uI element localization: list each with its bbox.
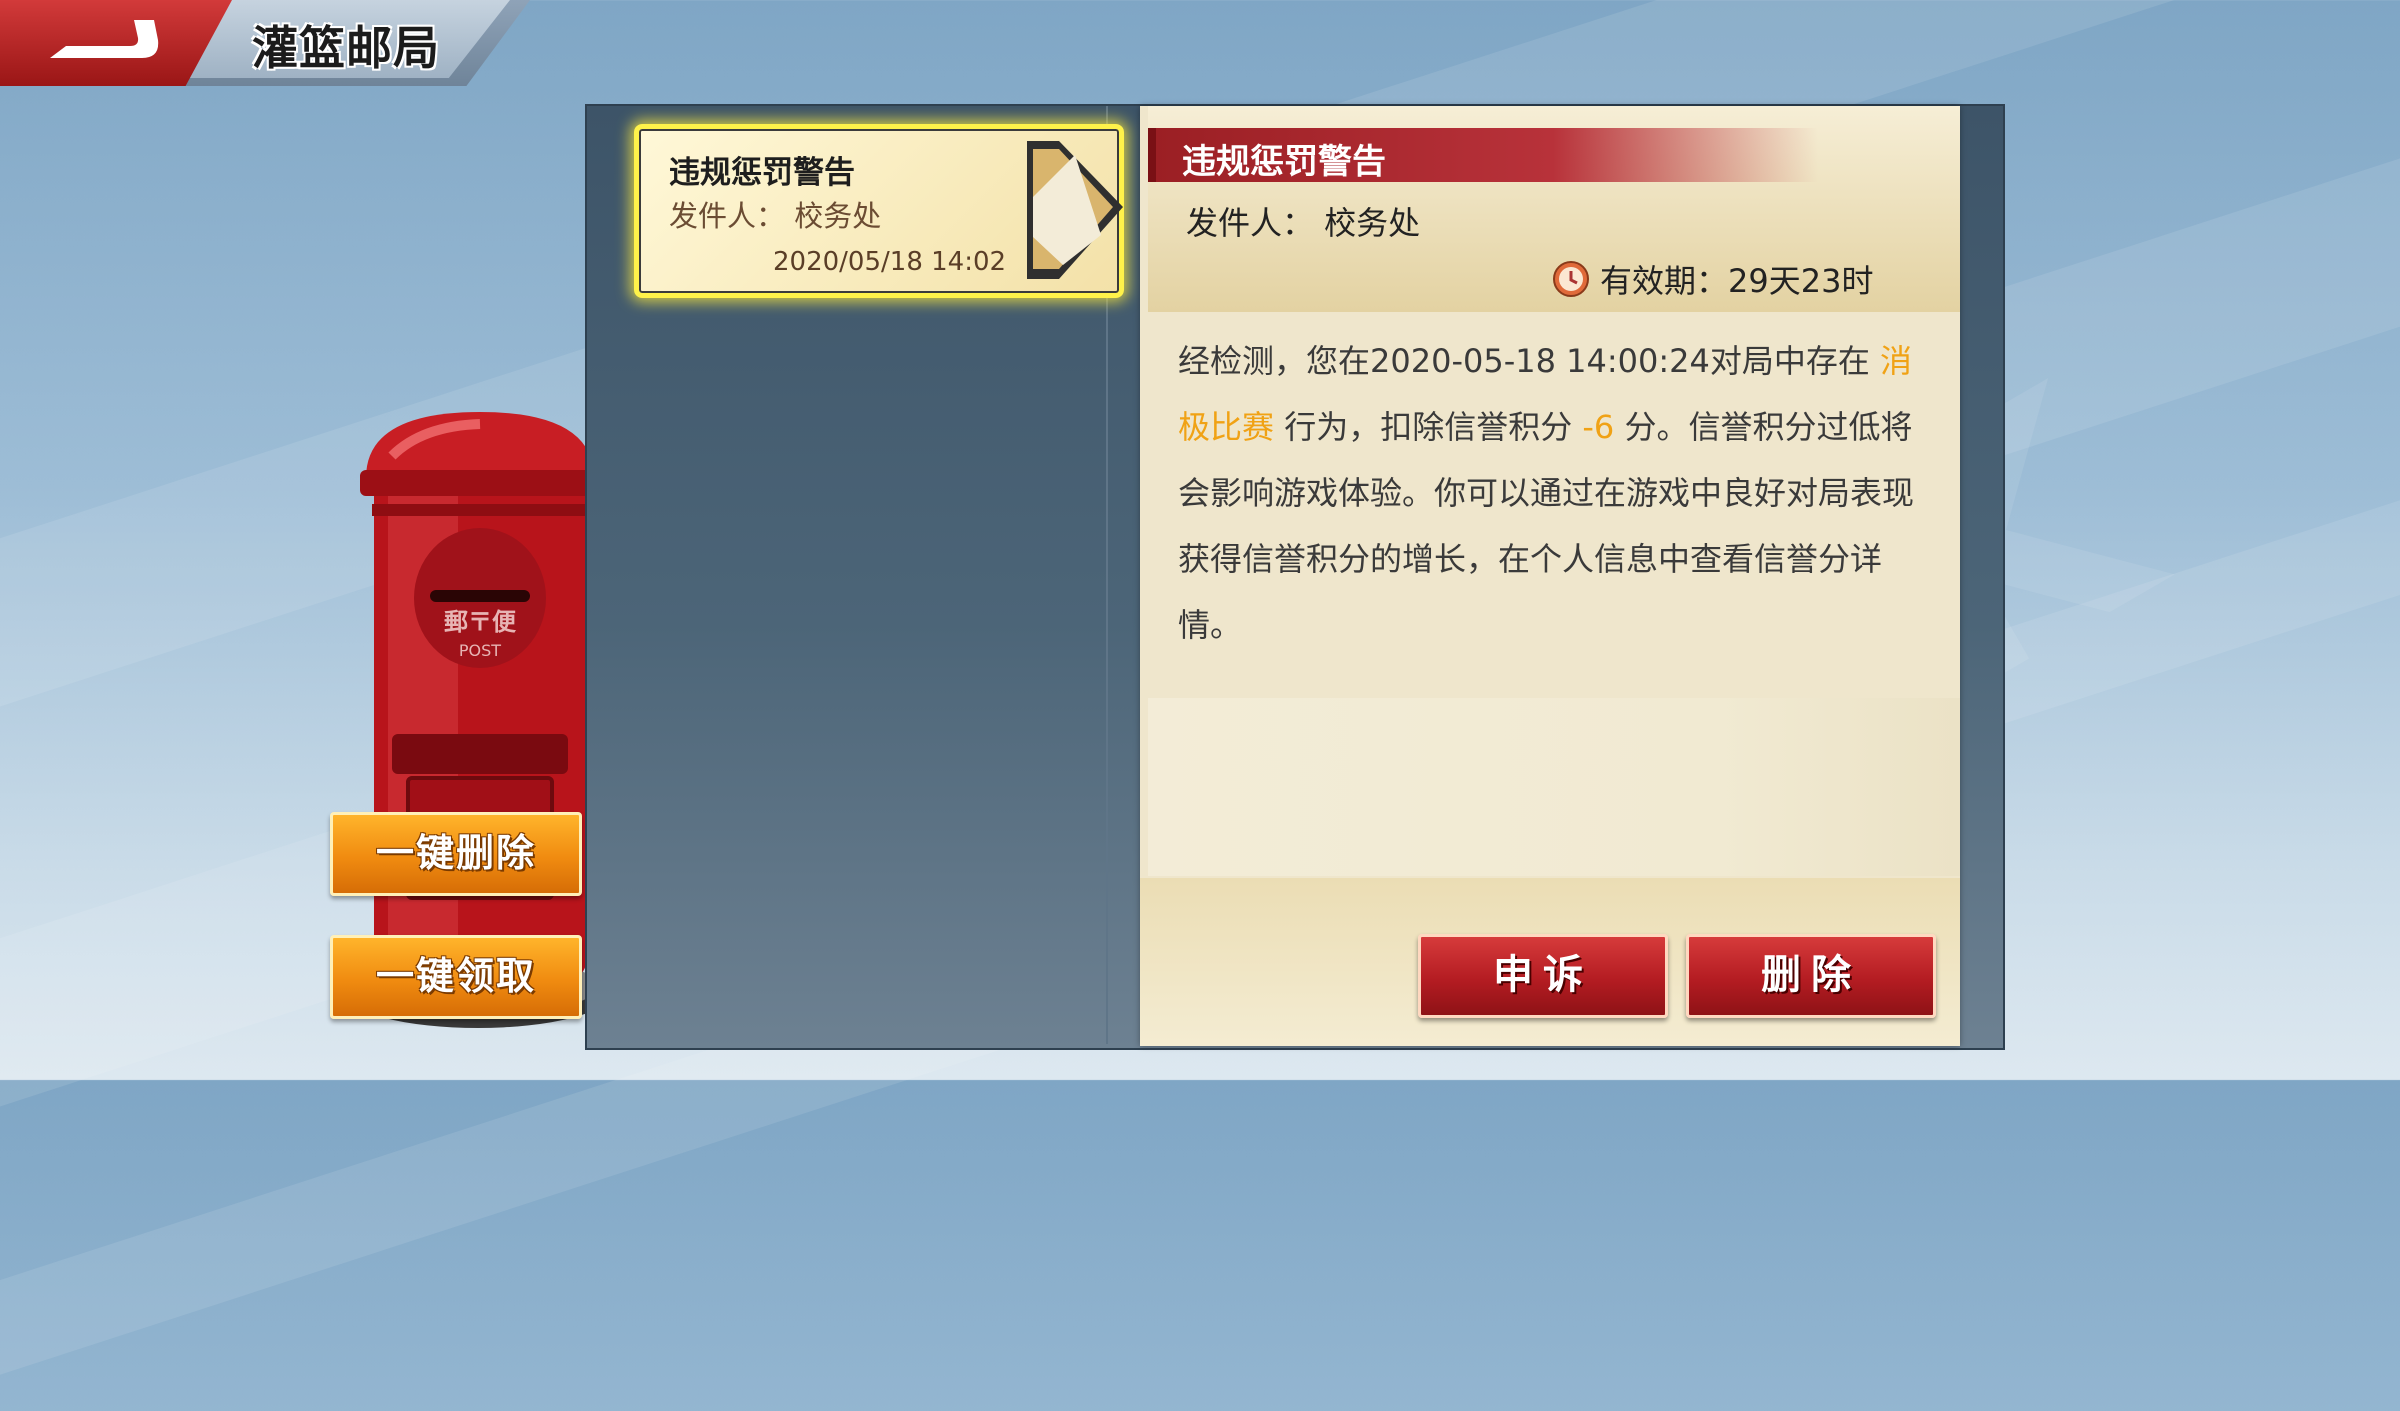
envelope-icon: [1027, 141, 1123, 279]
delete-button[interactable]: 删除: [1686, 934, 1936, 1018]
detail-body: 经检测，您在2020-05-18 14:00:24对局中存在 消极比赛 行为，扣…: [1178, 328, 1918, 658]
detail-validity: 有效期：29天23时: [1552, 256, 1873, 302]
back-arrow-icon: [50, 20, 159, 58]
detail-title: 违规惩罚警告: [1182, 142, 1386, 182]
detail-sender: 发件人： 校务处: [1186, 204, 1421, 242]
mail-item-title: 违规惩罚警告: [669, 155, 855, 191]
body-highlight-points: -6: [1582, 408, 1615, 446]
mail-detail: 违规惩罚警告 发件人： 校务处 有效期：29天23时 经检测，您在2020-05…: [1140, 106, 1960, 1046]
mailbox-plate-text: 郵〒便: [444, 608, 517, 636]
detail-attachment-area: [1148, 698, 1960, 876]
page-title: 灌篮邮局: [252, 21, 440, 75]
body-text: 经检测，您在2020-05-18 14:00:24对局中存在: [1178, 342, 1881, 380]
delete-all-button[interactable]: 一键删除: [330, 812, 582, 896]
claim-all-button[interactable]: 一键领取: [330, 935, 582, 1019]
detail-title-bar: 违规惩罚警告: [1148, 128, 1818, 182]
mail-list-item[interactable]: 违规惩罚警告 发件人： 校务处 2020/05/18 14:02: [634, 124, 1124, 298]
mail-item-date: 2020/05/18 14:02: [773, 247, 1007, 277]
mailbox-post-text: POST: [459, 641, 501, 660]
detail-validity-text: 有效期：29天23时: [1600, 262, 1874, 300]
appeal-button[interactable]: 申诉: [1418, 934, 1668, 1018]
mail-item-sender: 发件人： 校务处: [669, 199, 882, 233]
page-header: 灌篮邮局: [0, 0, 540, 88]
clock-icon: [1553, 261, 1589, 297]
body-text: 行为，扣除信誉积分: [1274, 408, 1583, 446]
